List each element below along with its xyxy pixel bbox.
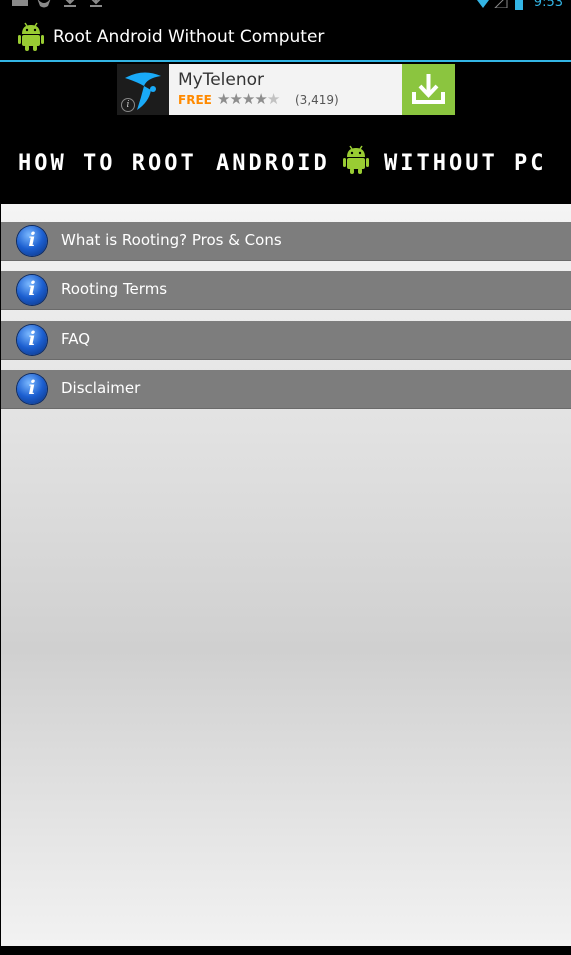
menu-item-label: What is Rooting? Pros & Cons (61, 231, 282, 249)
menu-item-label: Disclaimer (61, 379, 141, 397)
app-title: Root Android Without Computer (53, 27, 325, 47)
ad-banner[interactable]: i MyTelenor FREE ★★★★★ (3,419) (117, 64, 455, 115)
wifi-icon (477, 0, 489, 8)
hero-text-without-pc: WITHOUT PC (384, 151, 547, 176)
ad-price: FREE (178, 93, 212, 107)
telenor-logo-icon: i (117, 64, 169, 115)
info-icon: i (17, 325, 47, 355)
star-icon: ★ (217, 90, 230, 108)
action-bar: Root Android Without Computer (0, 12, 571, 60)
android-robot-icon (343, 145, 369, 174)
ad-rating-count: (3,419) (295, 93, 339, 107)
status-time: 9:53 (533, 0, 563, 10)
star-icon: ★ (254, 90, 267, 108)
navigation-bar (0, 946, 571, 955)
hero-banner: HOW TO ROOT ANDROID WITHOUT PC (0, 115, 571, 204)
bird-notification-icon (37, 0, 51, 8)
hero-text: HOW TO ROOT (18, 151, 197, 176)
image-notification-icon (12, 0, 28, 6)
download-icon (90, 0, 102, 7)
download-icon (412, 74, 445, 104)
menu-item-label: Rooting Terms (61, 280, 168, 298)
signal-icon (494, 0, 508, 8)
hero-text-android: ANDROID (216, 151, 330, 176)
menu-item-label: FAQ (61, 330, 91, 348)
ad-download-button[interactable] (402, 64, 455, 115)
battery-icon (515, 0, 523, 10)
info-icon: i (17, 226, 47, 256)
ad-app-name: MyTelenor (178, 70, 265, 90)
download-icon (64, 0, 76, 7)
ad-info-icon[interactable]: i (121, 98, 135, 112)
star-icon: ★ (229, 90, 242, 108)
status-bar: 9:53 (0, 0, 571, 12)
menu-item-what-is-rooting[interactable]: i What is Rooting? Pros & Cons (1, 222, 571, 261)
star-icon: ★ (266, 90, 280, 108)
android-robot-icon (18, 22, 44, 51)
menu-item-faq[interactable]: i FAQ (1, 321, 571, 360)
info-icon: i (17, 275, 47, 305)
ad-rating: ★★★★★ (217, 90, 280, 108)
menu-item-disclaimer[interactable]: i Disclaimer (1, 370, 571, 409)
menu-list: i What is Rooting? Pros & Cons i Rooting… (1, 204, 571, 946)
info-icon: i (17, 374, 47, 404)
menu-item-rooting-terms[interactable]: i Rooting Terms (1, 271, 571, 310)
action-bar-divider (0, 60, 571, 62)
star-icon: ★ (241, 90, 255, 108)
